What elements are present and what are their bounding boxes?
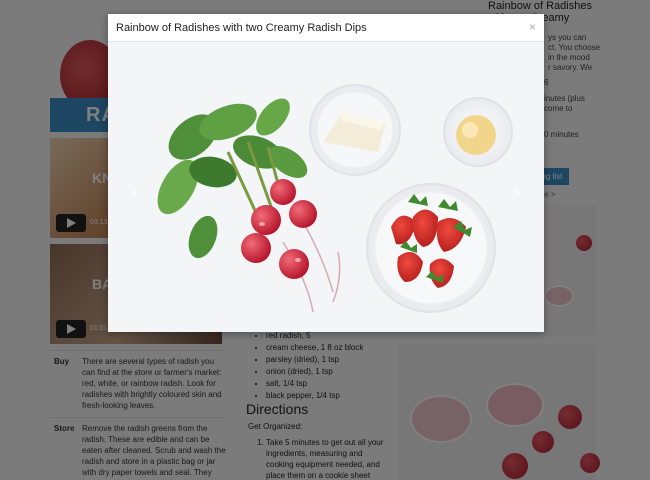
- modal-header: Rainbow of Radishes with two Creamy Radi…: [108, 14, 544, 42]
- radish-photo-illustration: [108, 42, 544, 332]
- next-image-icon[interactable]: ›: [514, 182, 520, 203]
- close-icon[interactable]: ×: [529, 20, 536, 34]
- recipe-photo: ‹ ›: [108, 42, 544, 332]
- honey-bowl: [443, 97, 513, 167]
- strawberry-bowl: [366, 183, 496, 313]
- cream-cheese-bowl: [309, 84, 401, 176]
- modal-title: Rainbow of Radishes with two Creamy Radi…: [116, 22, 367, 34]
- previous-image-icon[interactable]: ‹: [132, 182, 138, 203]
- image-modal: Rainbow of Radishes with two Creamy Radi…: [108, 14, 544, 332]
